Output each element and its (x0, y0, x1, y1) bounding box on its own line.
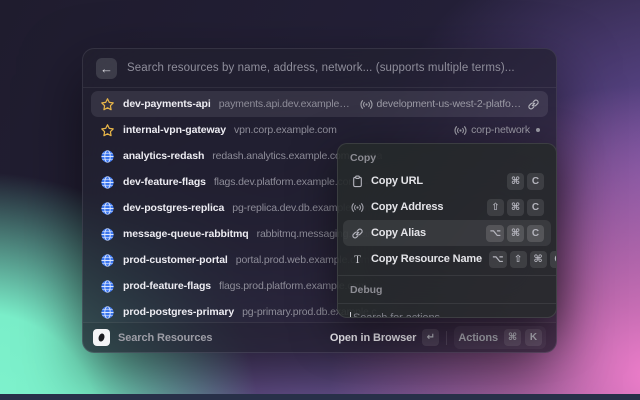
svg-text:T: T (354, 254, 361, 266)
footer-bar: Search Resources Open in Browser ↵ Actio… (83, 322, 556, 352)
row-right: corp-network (454, 124, 540, 137)
key-badge: ⌘ (507, 198, 524, 216)
globe-icon (99, 200, 115, 216)
menu-search-placeholder: Search for actions... (353, 312, 449, 318)
link-icon (350, 226, 364, 240)
key-badge: ⇧ (509, 250, 527, 268)
menu-item-label: Copy Resource Name (371, 253, 483, 265)
key-badge: ⌥ (489, 250, 507, 268)
text-icon: T (350, 252, 364, 266)
menu-item[interactable]: Copy Address ⇧ ⌘ C (343, 194, 551, 220)
desktop-wallpaper: ← Search resources by name, address, net… (0, 0, 640, 400)
text-caret (350, 312, 351, 317)
broadcast-icon (360, 98, 373, 111)
key-badge: C (549, 250, 556, 268)
globe-icon (99, 226, 115, 242)
menu-item-label: Copy Alias (371, 227, 426, 239)
menu-items: Copy URL ⌘ C Copy Address ⇧ ⌘ C Copy Alias … (338, 168, 556, 272)
search-input[interactable]: Search resources by name, address, netwo… (127, 62, 515, 74)
network-label: corp-network (454, 124, 530, 137)
key-badge: ⌘ (507, 224, 524, 242)
resource-name: dev-payments-api (123, 98, 211, 110)
list-item[interactable]: dev-payments-api payments.api.dev.exampl… (91, 91, 548, 117)
globe-icon (99, 304, 115, 320)
key-badge: ⌘ (507, 172, 524, 190)
key-badge: ⌘ (504, 329, 521, 346)
resource-name: prod-postgres-primary (123, 306, 235, 318)
menu-item[interactable]: T Copy Resource Name ⌥⇧⌘C (343, 246, 556, 272)
divider (446, 330, 448, 345)
open-in-browser-label: Open in Browser (329, 331, 417, 344)
menu-item[interactable]: Copy Alias ⌥ ⌘ C (343, 220, 551, 246)
key-badge: C (527, 198, 544, 216)
resource-address: payments.api.dev.example.com → dev-paym… (218, 98, 352, 110)
footer-app-name: Search Resources (118, 331, 213, 344)
resource-name: prod-customer-portal (123, 254, 228, 266)
back-button[interactable]: ← (96, 57, 117, 79)
key-badge: K (525, 329, 542, 346)
broadcast-icon (454, 124, 467, 137)
arrow-left-icon: ← (100, 60, 113, 76)
globe-icon (99, 174, 115, 190)
globe-icon (99, 252, 115, 268)
clipboard-icon (350, 174, 364, 188)
screen-bottom-strip (0, 394, 640, 400)
actions-label: Actions (458, 331, 498, 344)
key-group: ↵ (422, 329, 440, 346)
menu-item-label: Copy Address (371, 201, 444, 213)
key-badge: ⇧ (487, 198, 504, 216)
key-badge: ↵ (422, 329, 440, 346)
app-icon (93, 329, 110, 346)
search-bar[interactable]: ← Search resources by name, address, net… (83, 49, 556, 87)
resource-name: analytics-redash (123, 150, 205, 162)
key-badge: C (527, 172, 544, 190)
globe-icon (99, 148, 115, 164)
row-right: development-us-west-2-platfo… (360, 98, 540, 111)
menu-section-title-debug: Debug (350, 284, 383, 296)
resource-address: vpn.corp.example.com (234, 124, 337, 136)
key-group: ⌥⇧⌘C (489, 250, 556, 268)
key-group: ⇧ ⌘ C (487, 198, 544, 216)
resource-name: internal-vpn-gateway (123, 124, 227, 136)
list-item[interactable]: internal-vpn-gateway vpn.corp.example.co… (91, 117, 548, 143)
key-badge: ⌘ (529, 250, 547, 268)
star-icon (99, 96, 115, 112)
status-dot (536, 128, 540, 132)
actions-menu: Copy Copy URL ⌘ C Copy Address ⇧ ⌘ C Copy A… (337, 143, 557, 318)
menu-item-label: Copy URL (371, 175, 423, 187)
resource-name: message-queue-rabbitmq (123, 228, 249, 240)
resource-name: prod-feature-flags (123, 280, 212, 292)
star-icon (99, 122, 115, 138)
menu-section-title-copy: Copy (350, 152, 377, 164)
actions-button[interactable]: Actions ⌘ K (454, 326, 546, 349)
resource-name: dev-postgres-replica (123, 202, 225, 214)
network-label: development-us-west-2-platfo… (360, 98, 521, 111)
globe-icon (99, 278, 115, 294)
key-group: ⌥ ⌘ C (486, 224, 544, 242)
broadcast-icon (350, 200, 364, 214)
link-icon (527, 98, 540, 111)
footer-right: Open in Browser ↵ Actions ⌘ K (330, 326, 546, 349)
key-group: ⌘ K (504, 329, 542, 346)
open-in-browser-button[interactable]: Open in Browser ↵ (330, 329, 440, 346)
key-badge: ⌥ (486, 224, 504, 242)
menu-item[interactable]: Copy URL ⌘ C (343, 168, 551, 194)
menu-search-input[interactable]: Search for actions... (338, 304, 556, 318)
key-badge: C (527, 224, 544, 242)
key-group: ⌘ C (507, 172, 544, 190)
resource-name: dev-feature-flags (123, 176, 206, 188)
